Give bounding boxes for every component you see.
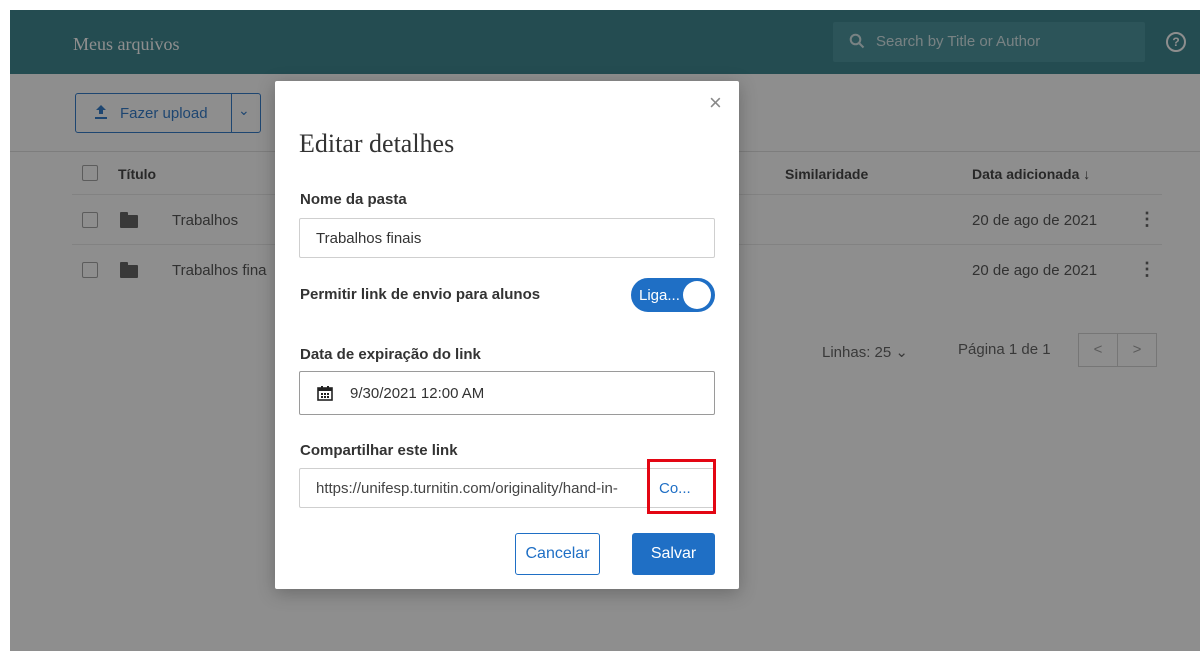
dialog-title: Editar detalhes — [299, 129, 455, 158]
close-icon[interactable]: × — [709, 90, 722, 116]
share-link-label: Compartilhar este link — [300, 442, 458, 459]
allow-link-toggle[interactable]: Liga... — [631, 278, 715, 312]
expiration-label: Data de expiração do link — [300, 346, 481, 363]
calendar-icon — [317, 386, 333, 401]
folder-name-field[interactable]: Trabalhos finais — [299, 218, 715, 258]
expiration-date-field[interactable]: 9/30/2021 12:00 AM — [299, 371, 715, 415]
share-link-value: https://unifesp.turnitin.com/originality… — [316, 480, 618, 497]
toggle-knob — [683, 281, 711, 309]
cancel-button[interactable]: Cancelar — [515, 533, 600, 575]
toggle-label: Liga... — [639, 287, 680, 304]
folder-name-label: Nome da pasta — [300, 191, 407, 208]
allow-link-label: Permitir link de envio para alunos — [300, 286, 541, 303]
save-button[interactable]: Salvar — [632, 533, 715, 575]
edit-details-dialog: × Editar detalhes Nome da pasta Trabalho… — [275, 81, 739, 589]
app-frame: Meus arquivos Search by Title or Author … — [10, 10, 1200, 651]
expiration-date-value: 9/30/2021 12:00 AM — [350, 385, 485, 402]
highlight-box — [647, 459, 716, 514]
